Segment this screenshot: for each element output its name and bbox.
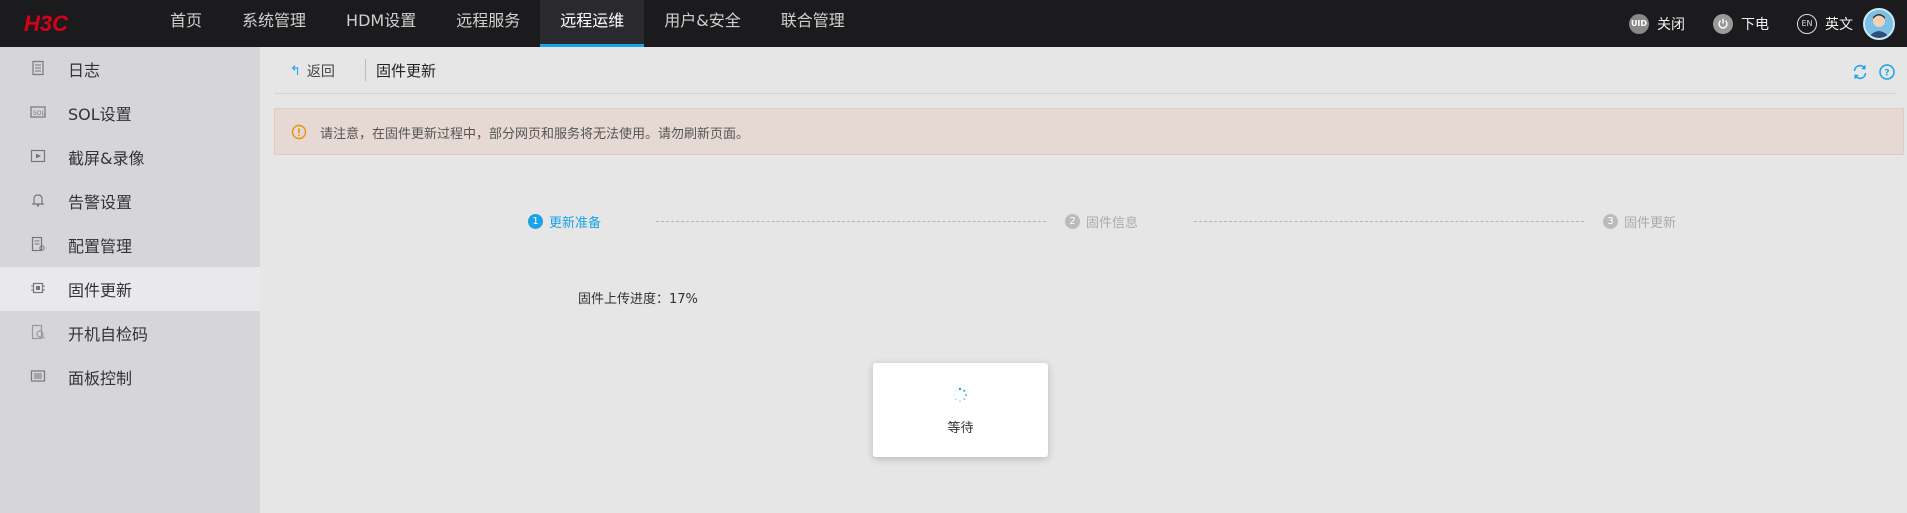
step-number: 3 xyxy=(1603,214,1618,229)
wait-text: 等待 xyxy=(947,421,974,436)
sidebar-item-post-code[interactable]: 开机自检码 xyxy=(0,311,260,355)
top-navbar: H3C 首页 系统管理 HDM设置 远程服务 远程运维 用户&安全 联合管理 U… xyxy=(0,0,1907,47)
wait-dialog: 等待 xyxy=(873,363,1048,457)
warning-icon xyxy=(291,124,307,140)
sidebar-item-label: 固件更新 xyxy=(68,281,133,300)
sol-icon: SOL xyxy=(30,106,46,118)
main-nav: 首页 系统管理 HDM设置 远程服务 远程运维 用户&安全 联合管理 xyxy=(150,0,865,47)
nav-item-system[interactable]: 系统管理 xyxy=(222,0,326,47)
step-connector xyxy=(656,221,1046,222)
svg-text:SOL: SOL xyxy=(33,110,46,117)
upload-progress-label: 固件上传进度： xyxy=(578,292,670,307)
sidebar-item-label: SOL设置 xyxy=(68,105,132,124)
sidebar-item-label: 日志 xyxy=(68,61,101,80)
log-icon xyxy=(32,60,44,76)
warning-notice: 请注意，在固件更新过程中，部分网页和服务将无法使用。请勿刷新页面。 xyxy=(274,108,1904,155)
nav-item-federation[interactable]: 联合管理 xyxy=(761,0,865,47)
language-label: 英文 xyxy=(1825,16,1853,33)
sidebar-item-alarm[interactable]: 告警设置 xyxy=(0,179,260,223)
nav-item-user-security[interactable]: 用户&安全 xyxy=(644,0,760,47)
uid-toggle[interactable]: UID 关闭 xyxy=(1629,13,1685,34)
sidebar-item-label: 告警设置 xyxy=(68,193,133,212)
config-icon xyxy=(31,236,45,252)
nav-item-remote-service[interactable]: 远程服务 xyxy=(436,0,540,47)
chip-icon xyxy=(31,282,45,294)
back-label: 返回 xyxy=(306,64,335,80)
step-2: 2 固件信息 xyxy=(1065,212,1138,231)
language-icon: EN xyxy=(1797,13,1817,34)
post-code-icon xyxy=(31,324,45,340)
nav-item-hdm-settings[interactable]: HDM设置 xyxy=(326,0,436,47)
nav-item-remote-ops[interactable]: 远程运维 xyxy=(540,0,645,47)
sidebar-item-label: 截屏&录像 xyxy=(68,149,145,168)
uid-icon: UID xyxy=(1629,13,1649,34)
upload-progress: 固件上传进度：17% xyxy=(578,288,698,307)
bell-icon xyxy=(31,194,45,207)
avatar-icon xyxy=(1865,9,1893,38)
panel-icon xyxy=(30,370,46,382)
upload-progress-value: 17% xyxy=(669,292,698,307)
uid-label: 关闭 xyxy=(1657,16,1685,33)
sidebar: 日志 SOL SOL设置 截屏&录像 告警设置 配置管理 固件更新 开机自检码 … xyxy=(0,47,260,513)
svg-text:?: ? xyxy=(1884,69,1889,79)
step-1: 1 更新准备 xyxy=(528,212,601,231)
power-button[interactable]: 下电 xyxy=(1713,13,1769,34)
sidebar-item-label: 面板控制 xyxy=(68,369,133,388)
breadcrumb-divider xyxy=(365,59,366,81)
step-3: 3 固件更新 xyxy=(1603,212,1676,231)
sidebar-item-log[interactable]: 日志 xyxy=(0,47,260,91)
language-switch[interactable]: EN 英文 xyxy=(1797,13,1853,34)
loading-spinner-icon xyxy=(953,387,967,402)
back-button[interactable]: ↰ 返回 xyxy=(290,61,335,81)
logo-text: H3C xyxy=(24,12,69,34)
step-connector xyxy=(1194,221,1584,222)
h3c-logo[interactable]: H3C xyxy=(24,10,104,36)
help-icon[interactable]: ? xyxy=(1878,63,1896,81)
page-title: 固件更新 xyxy=(376,62,437,80)
top-right-tools: UID 关闭 下电 EN 英文 xyxy=(1601,0,1895,47)
breadcrumb: ↰ 返回 固件更新 ? xyxy=(274,47,1897,94)
sidebar-item-label: 配置管理 xyxy=(68,237,133,256)
power-icon xyxy=(1713,13,1733,34)
video-icon xyxy=(30,149,46,163)
sidebar-item-panel-control[interactable]: 面板控制 xyxy=(0,355,260,399)
main-content: ↰ 返回 固件更新 ? 请注意，在固件更新过程中，部分网页和服务将无法使用。请勿… xyxy=(260,47,1907,513)
sidebar-item-label: 开机自检码 xyxy=(68,325,149,344)
step-label: 固件信息 xyxy=(1086,216,1139,231)
sidebar-item-config[interactable]: 配置管理 xyxy=(0,223,260,267)
sidebar-item-sol[interactable]: SOL SOL设置 xyxy=(0,91,260,135)
refresh-icon[interactable] xyxy=(1851,63,1869,81)
nav-item-home[interactable]: 首页 xyxy=(150,0,222,47)
back-arrow-icon: ↰ xyxy=(290,63,301,79)
power-label: 下电 xyxy=(1741,16,1769,33)
notice-text: 请注意，在固件更新过程中，部分网页和服务将无法使用。请勿刷新页面。 xyxy=(320,127,750,142)
step-number: 2 xyxy=(1065,214,1080,229)
user-avatar[interactable] xyxy=(1863,7,1895,40)
step-label: 更新准备 xyxy=(549,216,602,231)
sidebar-item-firmware-update[interactable]: 固件更新 xyxy=(0,267,260,311)
step-number: 1 xyxy=(528,214,543,229)
sidebar-item-capture[interactable]: 截屏&录像 xyxy=(0,135,260,179)
step-label: 固件更新 xyxy=(1624,216,1677,231)
